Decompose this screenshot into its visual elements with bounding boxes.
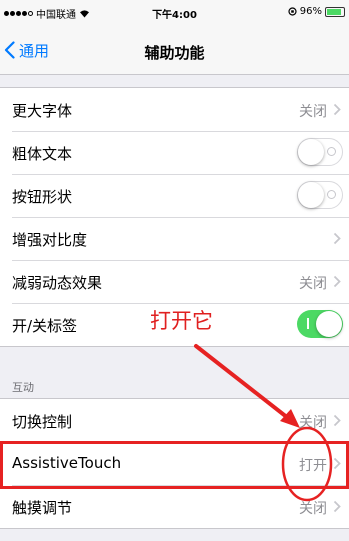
battery-percent: 96% [299, 6, 322, 17]
chevron-right-icon [333, 500, 341, 513]
chevron-right-icon [333, 275, 341, 288]
row-value: 关闭 [299, 501, 327, 517]
row-touch-accommodations[interactable]: 触摸调节 关闭 [0, 485, 349, 528]
annotation-text: 打开它 [150, 309, 213, 333]
row-value: 关闭 [299, 415, 327, 431]
section-header-interaction: 互动 [12, 381, 34, 394]
row-bold-text: 粗体文本 [0, 131, 349, 174]
chevron-right-icon [333, 232, 341, 245]
row-label: 切换控制 [12, 413, 73, 431]
row-value: 关闭 [299, 276, 327, 292]
button-shapes-toggle[interactable] [297, 181, 343, 209]
row-label: 更大字体 [12, 102, 73, 120]
row-value: 关闭 [299, 104, 327, 120]
orientation-lock-icon [288, 7, 297, 16]
chevron-right-icon [333, 103, 341, 116]
row-switch-control[interactable]: 切换控制 关闭 [0, 399, 349, 442]
row-label: 按钮形状 [12, 188, 73, 206]
status-right: 96% [288, 6, 345, 17]
page-title: 辅助功能 [144, 44, 205, 62]
row-increase-contrast[interactable]: 增强对比度 [0, 217, 349, 260]
status-bar: 中国联通 下午4:00 96% [0, 0, 349, 26]
bold-text-toggle[interactable] [297, 138, 343, 166]
row-reduce-motion[interactable]: 减弱动态效果 关闭 [0, 260, 349, 303]
on-off-labels-toggle[interactable] [297, 310, 343, 338]
row-label: 减弱动态效果 [12, 274, 103, 292]
row-label: 增强对比度 [12, 231, 88, 249]
row-label: 粗体文本 [12, 145, 73, 163]
row-label: 触摸调节 [12, 499, 73, 517]
row-button-shapes: 按钮形状 [0, 174, 349, 217]
row-label: 开/关标签 [12, 317, 78, 335]
highlight-box [0, 441, 349, 489]
battery-icon [325, 6, 345, 17]
navigation-bar: 通用 辅助功能 [0, 26, 349, 75]
row-larger-text[interactable]: 更大字体 关闭 [0, 88, 349, 131]
chevron-right-icon [333, 414, 341, 427]
